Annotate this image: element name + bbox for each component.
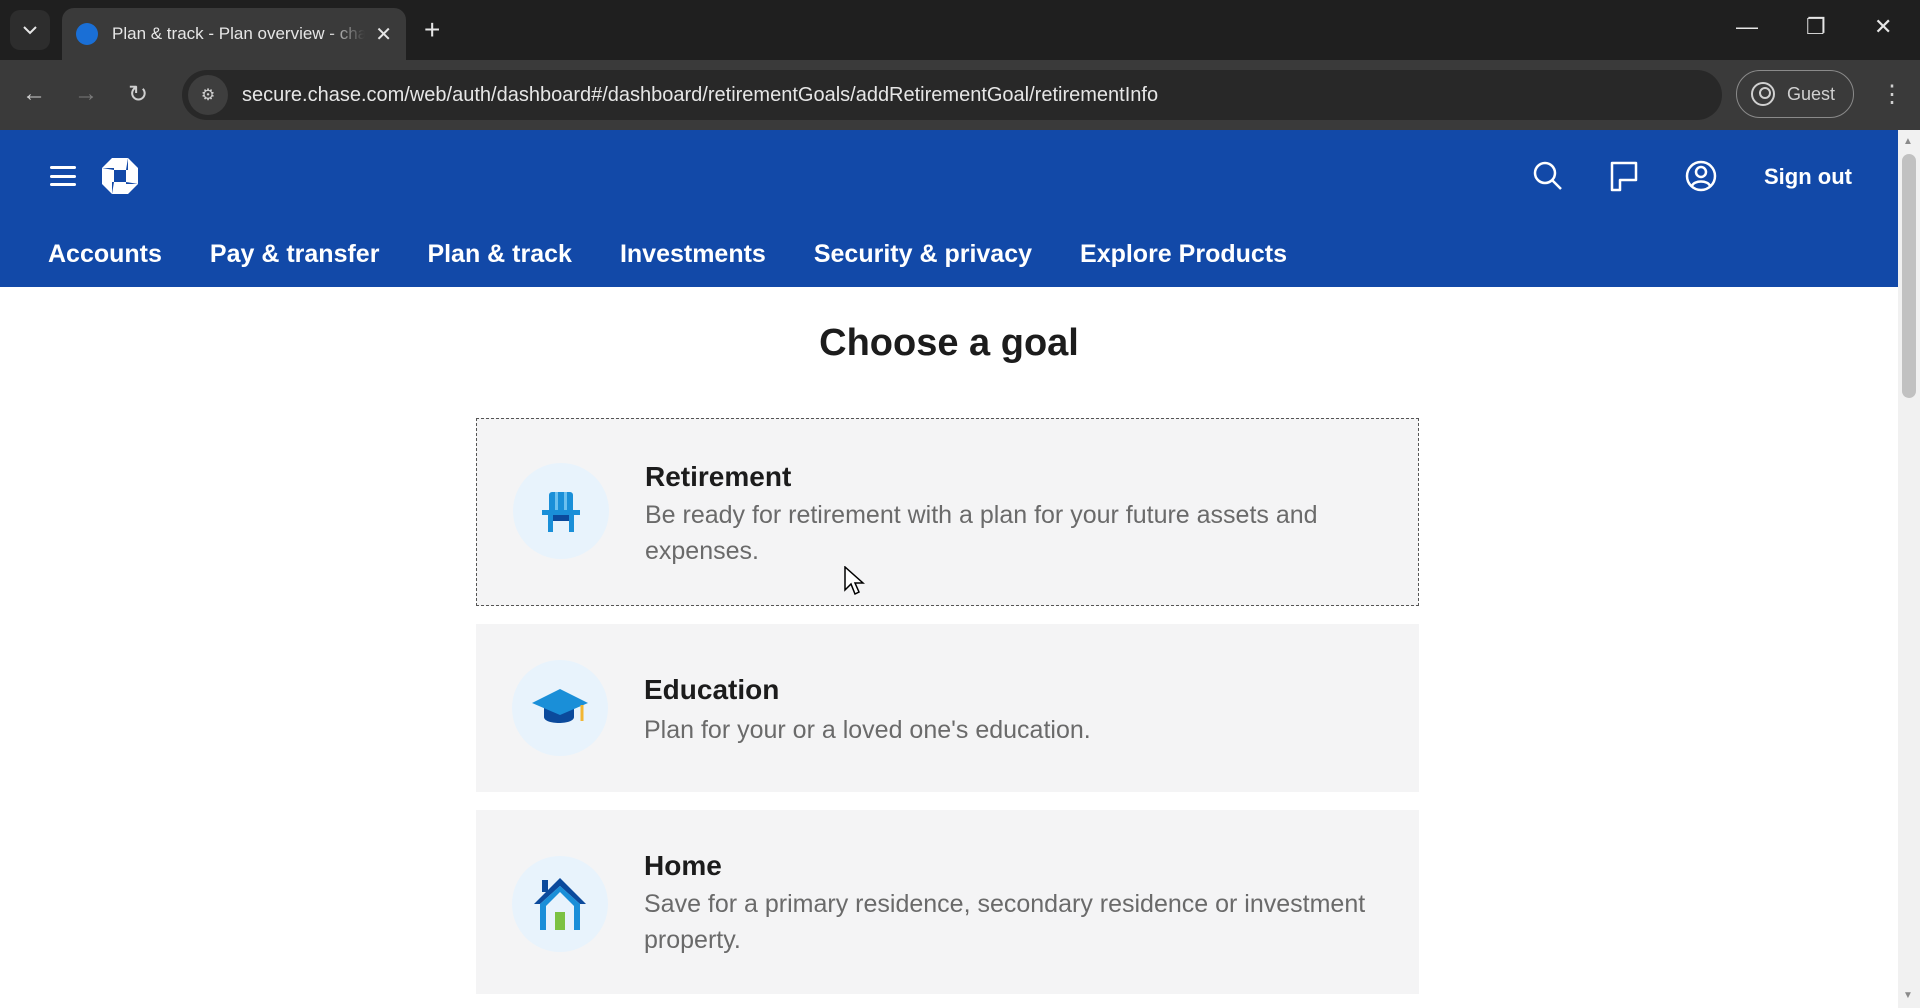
scroll-thumb[interactable]	[1902, 154, 1916, 398]
goal-card-education[interactable]: Education Plan for your or a loved one's…	[476, 624, 1419, 792]
profile-button[interactable]: Guest	[1736, 70, 1854, 118]
mouse-pointer-icon	[844, 566, 865, 596]
hamburger-icon	[50, 166, 76, 169]
back-button[interactable]: ←	[22, 80, 46, 108]
messages-icon[interactable]	[1606, 158, 1642, 194]
main-nav: Accounts Pay & transfer Plan & track Inv…	[48, 240, 1287, 269]
tab-search-button[interactable]	[10, 10, 50, 50]
nav-accounts[interactable]: Accounts	[48, 240, 162, 269]
nav-pay-transfer[interactable]: Pay & transfer	[210, 240, 380, 269]
browser-menu-button[interactable]: ⋮	[1880, 78, 1904, 112]
browser-tab[interactable]: Plan & track - Plan overview - chase.com…	[62, 8, 406, 60]
forward-button[interactable]: →	[74, 80, 98, 108]
restore-window-button[interactable]: ❐	[1806, 14, 1826, 40]
site-header: Sign out Accounts Pay & transfer Plan & …	[0, 130, 1898, 287]
profile-label: Guest	[1787, 83, 1836, 104]
new-tab-button[interactable]: +	[424, 14, 440, 46]
browser-tab-strip: Plan & track - Plan overview - chase.com…	[0, 0, 1920, 60]
nav-security-privacy[interactable]: Security & privacy	[814, 240, 1032, 269]
close-window-button[interactable]: ✕	[1874, 14, 1892, 40]
chase-favicon-icon	[76, 23, 98, 45]
address-bar[interactable]: ⚙ secure.chase.com/web/auth/dashboard#/d…	[182, 70, 1722, 120]
tab-title: Plan & track - Plan overview - chase.com	[112, 24, 366, 43]
url-text[interactable]: secure.chase.com/web/auth/dashboard#/das…	[242, 84, 1158, 107]
goal-title: Education	[644, 674, 780, 705]
goal-title: Retirement	[645, 461, 792, 492]
browser-toolbar: ← → ↻ ⚙ secure.chase.com/web/auth/dashbo…	[0, 60, 1920, 130]
page-title: Choose a goal	[819, 322, 1079, 364]
goal-card-retirement[interactable]: Retirement Be ready for retirement with …	[476, 418, 1419, 606]
goal-description: Be ready for retirement with a plan for …	[645, 501, 1318, 565]
page-scrollbar[interactable]: ▲ ▼	[1898, 130, 1920, 1008]
chase-logo[interactable]	[100, 156, 140, 196]
chevron-down-icon	[23, 25, 37, 34]
site-info-icon[interactable]: ⚙	[188, 75, 228, 115]
retirement-chair-icon	[513, 463, 609, 559]
nav-investments[interactable]: Investments	[620, 240, 766, 269]
goal-title: Home	[644, 850, 722, 881]
goal-card-home[interactable]: Home Save for a primary residence, secon…	[476, 810, 1419, 994]
reload-button[interactable]: ↻	[128, 80, 148, 109]
nav-plan-track[interactable]: Plan & track	[427, 240, 572, 269]
profile-icon[interactable]	[1683, 158, 1719, 194]
minimize-window-button[interactable]: —	[1736, 14, 1758, 40]
goal-description: Plan for your or a loved one's education…	[644, 716, 1091, 744]
scroll-down-arrow[interactable]: ▼	[1903, 990, 1913, 1001]
search-icon[interactable]	[1530, 158, 1566, 194]
nav-explore-products[interactable]: Explore Products	[1080, 240, 1287, 269]
scroll-up-arrow[interactable]: ▲	[1903, 136, 1913, 147]
graduation-cap-icon	[512, 660, 608, 756]
menu-button[interactable]	[50, 166, 76, 186]
sign-out-link[interactable]: Sign out	[1764, 164, 1852, 190]
house-icon	[512, 856, 608, 952]
goal-description: Save for a primary residence, secondary …	[644, 890, 1366, 954]
tab-close-icon[interactable]: ✕	[375, 22, 392, 47]
profile-icon	[1751, 82, 1775, 106]
